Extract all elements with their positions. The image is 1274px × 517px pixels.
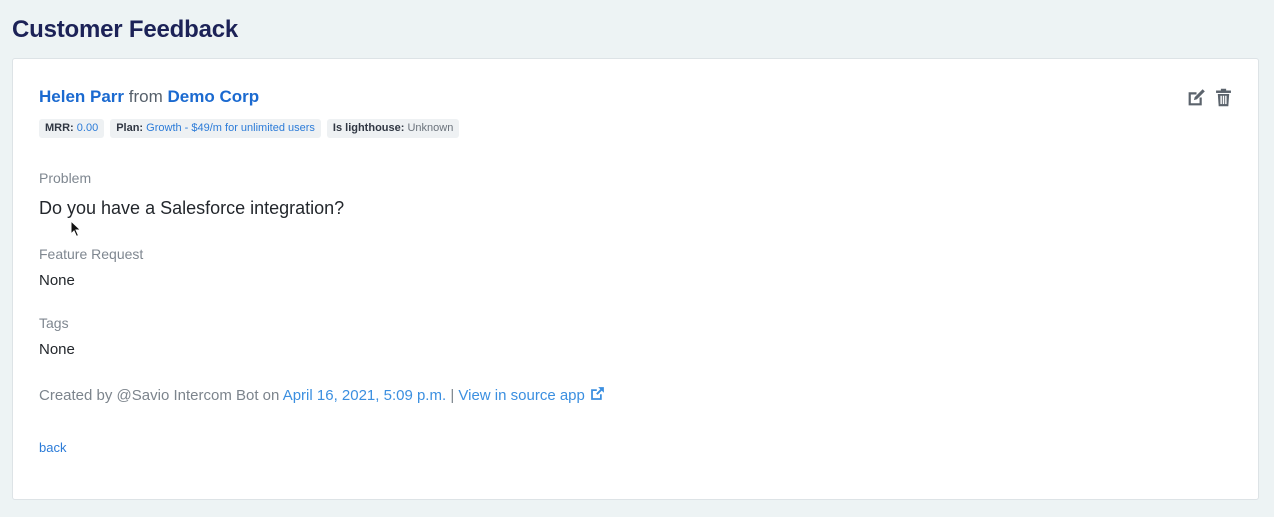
problem-label: Problem: [39, 170, 92, 186]
mrr-value: 0.00: [76, 122, 99, 134]
company-link[interactable]: Demo Corp: [168, 87, 260, 106]
mrr-badge: MRR: 0.00: [39, 119, 105, 138]
view-in-source-label: View in source app: [458, 387, 585, 404]
problem-text: Do you have a Salesforce integration?: [39, 198, 345, 218]
tags-value: None: [39, 341, 75, 358]
created-by-text: Created by @Savio Intercom Bot on: [39, 387, 280, 404]
page-title: Customer Feedback: [12, 16, 239, 43]
back-link[interactable]: back: [39, 440, 66, 455]
feedback-header: Helen Parr from Demo Corp: [39, 87, 259, 107]
mouse-pointer-icon: [70, 220, 82, 238]
trash-icon[interactable]: [1213, 87, 1234, 108]
edit-icon[interactable]: [1186, 87, 1207, 108]
external-link-icon: [590, 387, 604, 400]
feature-request-value: None: [39, 272, 75, 289]
customer-attributes: MRR: 0.00 Plan: Growth - $49/m for unlim…: [39, 119, 460, 138]
lighthouse-value: Unknown: [407, 122, 454, 134]
tags-label: Tags: [39, 315, 69, 331]
from-text: from: [128, 87, 163, 106]
feedback-card: Helen Parr from Demo Corp MRR: 0.00 Plan…: [12, 58, 1259, 500]
customer-name-link[interactable]: Helen Parr: [39, 87, 124, 106]
view-in-source-link[interactable]: View in source app: [458, 387, 605, 404]
feature-request-label: Feature Request: [39, 246, 144, 262]
created-info: Created by @Savio Intercom Bot on April …: [39, 385, 606, 404]
plan-badge: Plan: Growth - $49/m for unlimited users: [110, 119, 321, 138]
created-date-link[interactable]: April 16, 2021, 5:09 p.m.: [283, 387, 446, 404]
separator: |: [450, 387, 455, 404]
plan-value: Growth - $49/m for unlimited users: [146, 122, 315, 134]
card-actions: [1186, 87, 1234, 108]
lighthouse-badge: Is lighthouse: Unknown: [326, 119, 460, 138]
